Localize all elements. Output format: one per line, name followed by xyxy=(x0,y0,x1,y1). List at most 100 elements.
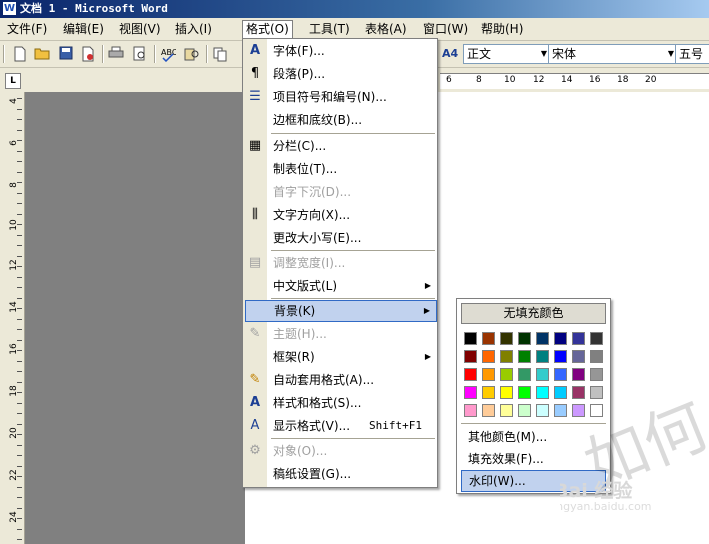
ruler-tick xyxy=(17,402,22,404)
ruler-tick xyxy=(17,140,22,141)
new-document-icon[interactable] xyxy=(12,46,28,62)
color-swatch[interactable] xyxy=(482,368,495,381)
menu-item-label: 自动套用格式(A)... xyxy=(273,373,375,387)
color-swatch[interactable] xyxy=(500,386,513,399)
color-swatch[interactable] xyxy=(518,386,531,399)
color-swatch[interactable] xyxy=(590,332,603,345)
menu-insert[interactable]: 插入(I) xyxy=(172,21,215,37)
menu-item-tabs[interactable]: 制表位(T)... xyxy=(243,158,437,180)
menu-separator xyxy=(271,298,435,299)
ruler-strip[interactable]: 6 8 10 12 14 16 18 20 xyxy=(440,73,709,89)
adjust-width-icon: ▤ xyxy=(248,255,262,270)
color-swatch[interactable] xyxy=(482,386,495,399)
menu-item-label: 首字下沉(D)... xyxy=(273,185,352,199)
menu-file[interactable]: 文件(F) xyxy=(4,21,50,37)
print-icon[interactable] xyxy=(108,46,124,62)
menu-item-columns[interactable]: ▦ 分栏(C)... xyxy=(243,135,437,157)
menu-item-asian-layout[interactable]: 中文版式(L) ▶ xyxy=(243,275,437,297)
permission-icon[interactable] xyxy=(80,46,96,62)
color-swatch[interactable] xyxy=(554,332,567,345)
color-swatch[interactable] xyxy=(554,368,567,381)
menu-item-reveal-formatting[interactable]: A 显示格式(V)... Shift+F1 xyxy=(243,415,437,437)
color-swatch[interactable] xyxy=(518,332,531,345)
color-swatch[interactable] xyxy=(518,368,531,381)
color-swatch[interactable] xyxy=(500,332,513,345)
copy-icon[interactable] xyxy=(212,46,228,62)
color-swatch[interactable] xyxy=(464,404,477,417)
spelling-check-icon[interactable]: ABC xyxy=(160,46,178,63)
menu-item-label: 段落(P)... xyxy=(273,67,326,81)
color-swatch[interactable] xyxy=(554,350,567,363)
menu-item-borders-shading[interactable]: 边框和底纹(B)... xyxy=(243,109,437,131)
color-swatch[interactable] xyxy=(482,332,495,345)
color-swatch[interactable] xyxy=(536,368,549,381)
window-title: 文档 1 - Microsoft Word xyxy=(20,2,168,15)
ruler-tick xyxy=(17,297,22,299)
font-size-combo[interactable]: 五号 xyxy=(675,44,709,64)
menu-item-styles-formatting[interactable]: A 样式和格式(S)... xyxy=(243,392,437,414)
color-swatch[interactable] xyxy=(572,332,585,345)
ruler-number: 22 xyxy=(9,469,19,481)
research-icon[interactable] xyxy=(184,46,200,62)
color-swatch[interactable] xyxy=(464,386,477,399)
menu-item-text-direction[interactable]: ⫼ 文字方向(X)... xyxy=(243,204,437,226)
color-swatch[interactable] xyxy=(572,368,585,381)
color-swatch[interactable] xyxy=(464,332,477,345)
menu-item-paragraph[interactable]: ¶ 段落(P)... xyxy=(243,63,437,85)
print-preview-icon[interactable] xyxy=(132,46,148,62)
menu-item-bullets-numbering[interactable]: ☰ 项目符号和编号(N)... xyxy=(243,86,437,108)
chevron-down-icon[interactable]: ▼ xyxy=(541,45,547,63)
color-swatch[interactable] xyxy=(464,350,477,363)
text-direction-icon: ⫼ xyxy=(252,207,258,222)
menu-item-label: 显示格式(V)... xyxy=(273,419,351,433)
color-swatch[interactable] xyxy=(518,350,531,363)
menu-view[interactable]: 视图(V) xyxy=(116,21,164,37)
color-swatch[interactable] xyxy=(464,368,477,381)
color-swatch[interactable] xyxy=(482,350,495,363)
color-swatch[interactable] xyxy=(518,404,531,417)
styles-and-formatting-icon[interactable]: A4 xyxy=(442,46,458,62)
vertical-ruler[interactable]: 4 6 8 10 12 14 16 18 20 22 24 xyxy=(0,92,25,544)
menu-item-background[interactable]: 背景(K) ▶ xyxy=(245,300,437,322)
menu-item-change-case[interactable]: 更改大小写(E)... xyxy=(243,227,437,249)
ruler-tick xyxy=(17,182,22,183)
menu-item-manuscript-settings[interactable]: 稿纸设置(G)... xyxy=(243,463,437,485)
menu-item-label: 样式和格式(S)... xyxy=(273,396,362,410)
ruler-tick xyxy=(17,129,22,131)
ruler-number: 18 xyxy=(617,75,629,85)
menu-item-autoformat[interactable]: ✎ 自动套用格式(A)... xyxy=(243,369,437,391)
color-swatch[interactable] xyxy=(500,350,513,363)
color-swatch[interactable] xyxy=(572,350,585,363)
chevron-down-icon[interactable]: ▼ xyxy=(668,45,674,63)
open-folder-icon[interactable] xyxy=(34,46,50,62)
menu-edit[interactable]: 编辑(E) xyxy=(60,21,107,37)
menu-help[interactable]: 帮助(H) xyxy=(478,21,526,37)
submenu-arrow-icon: ▶ xyxy=(424,281,431,290)
menu-item-font[interactable]: A 字体(F)... xyxy=(243,40,437,62)
menu-separator xyxy=(271,438,435,439)
menu-window[interactable]: 窗口(W) xyxy=(420,21,471,37)
style-combo[interactable]: 正文 ▼ xyxy=(463,44,550,64)
tab-stop-selector[interactable]: L xyxy=(5,73,21,89)
no-fill-color-button[interactable]: 无填充颜色 xyxy=(461,303,606,324)
word-app-icon: W xyxy=(3,2,16,15)
menu-tools[interactable]: 工具(T) xyxy=(306,21,353,37)
font-combo[interactable]: 宋体 ▼ xyxy=(548,44,677,64)
menu-separator xyxy=(271,250,435,251)
color-swatch[interactable] xyxy=(536,404,549,417)
color-swatch[interactable] xyxy=(590,368,603,381)
menu-item-frames[interactable]: 框架(R) ▶ xyxy=(243,346,437,368)
color-swatch[interactable] xyxy=(536,332,549,345)
style-combo-value: 正文 xyxy=(467,47,492,61)
menu-table[interactable]: 表格(A) xyxy=(362,21,410,37)
color-swatch[interactable] xyxy=(536,386,549,399)
color-swatch[interactable] xyxy=(500,404,513,417)
save-icon[interactable] xyxy=(58,46,74,62)
color-swatch[interactable] xyxy=(482,404,495,417)
ruler-tick xyxy=(17,507,22,509)
color-swatch[interactable] xyxy=(590,350,603,363)
menu-format[interactable]: 格式(O) xyxy=(242,20,293,39)
menu-item-adjust-width: ▤ 调整宽度(I)... xyxy=(243,252,437,274)
color-swatch[interactable] xyxy=(500,368,513,381)
color-swatch[interactable] xyxy=(536,350,549,363)
